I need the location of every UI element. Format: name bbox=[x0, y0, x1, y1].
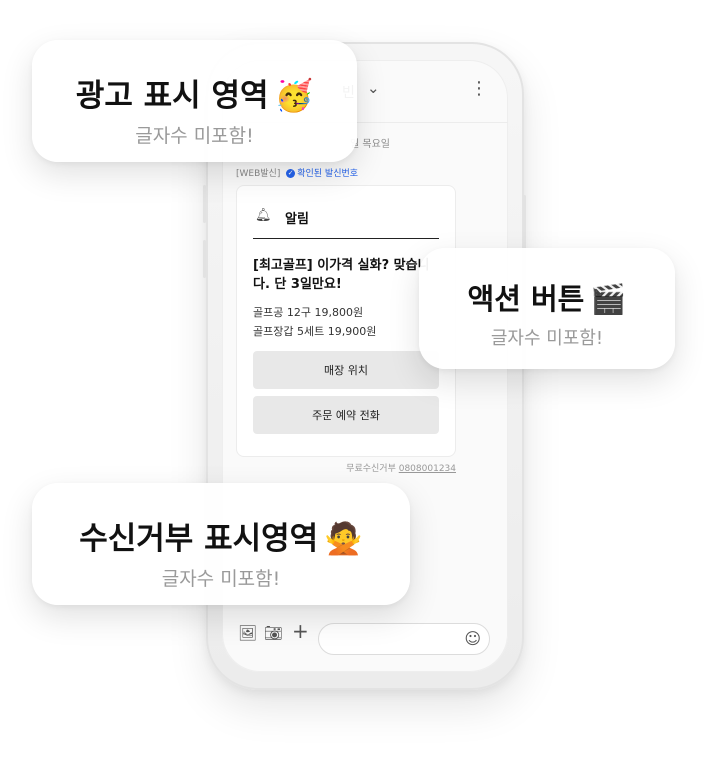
plus-icon[interactable]: + bbox=[292, 619, 309, 643]
message-input[interactable]: ☺ bbox=[318, 623, 490, 655]
party-face-icon: 🥳 bbox=[274, 78, 314, 114]
action-button-callout: 액션 버튼 🎬 글자수 미포함! bbox=[419, 248, 675, 369]
verified-check-icon: ✓ bbox=[286, 169, 296, 178]
product-line: 골프장갑 5세트 19,900원 bbox=[253, 325, 377, 338]
callout-title: 광고 표시 영역 🥳 bbox=[32, 70, 357, 115]
product-line: 골프공 12구 19,800원 bbox=[253, 306, 364, 319]
smile-icon[interactable]: ☺ bbox=[464, 629, 481, 648]
optout-callout-title: 수신거부 표시영역 bbox=[79, 521, 319, 557]
action-callout-sub: 글자수 미포함! bbox=[490, 328, 604, 349]
phone-side-button bbox=[203, 240, 206, 278]
bell-icon: 🔔︎ bbox=[255, 208, 272, 223]
clapper-board-icon: 🎬 bbox=[590, 282, 627, 316]
card-divider bbox=[253, 238, 439, 239]
verified-label: 확인된 발신번호 bbox=[297, 169, 359, 179]
message-compose-bar: 🖼︎ 📷︎ + ☺ bbox=[222, 612, 508, 672]
image-icon[interactable]: 🖼︎ bbox=[238, 624, 257, 642]
optout-callout-sub: 글자수 미포함! bbox=[161, 568, 281, 590]
optout-notice: 무료수신거부 0808001234 bbox=[346, 461, 456, 474]
callout-title: 수신거부 표시영역 🙅 bbox=[32, 513, 410, 558]
optout-number-link[interactable]: 0808001234 bbox=[399, 464, 456, 474]
order-call-button[interactable]: 주문 예약 전화 bbox=[253, 396, 439, 434]
ad-area-callout: 광고 표시 영역 🥳 글자수 미포함! bbox=[32, 40, 357, 162]
no-gesture-icon: 🙅 bbox=[324, 521, 363, 557]
verified-badge: ✓ 확인된 발신번호 bbox=[286, 169, 358, 179]
phone-side-button bbox=[203, 185, 206, 223]
action-callout-title: 액션 버튼 bbox=[467, 282, 585, 316]
chevron-down-icon[interactable]: ⌄ bbox=[367, 79, 380, 97]
kebab-menu-icon[interactable]: ⋮ bbox=[470, 80, 488, 98]
ad-callout-sub: 글자수 미포함! bbox=[135, 125, 254, 147]
phone-side-button bbox=[523, 195, 526, 250]
camera-icon[interactable]: 📷︎ bbox=[264, 624, 283, 642]
ad-callout-title: 광고 표시 영역 bbox=[75, 78, 269, 114]
sender-tag: [WEB발신] bbox=[236, 169, 281, 179]
sender-info: [WEB발신] ✓ 확인된 발신번호 bbox=[236, 166, 358, 179]
store-location-button[interactable]: 매장 위치 bbox=[253, 351, 439, 389]
callout-title: 액션 버튼 🎬 bbox=[419, 276, 675, 318]
card-title: 알림 bbox=[285, 212, 309, 227]
optout-area-callout: 수신거부 표시영역 🙅 글자수 미포함! bbox=[32, 483, 410, 605]
optout-label: 무료수신거부 bbox=[346, 464, 396, 474]
message-headline: [최고골프] 이가격 실화? 맞습니 다. 단 3일만요! bbox=[253, 258, 430, 292]
